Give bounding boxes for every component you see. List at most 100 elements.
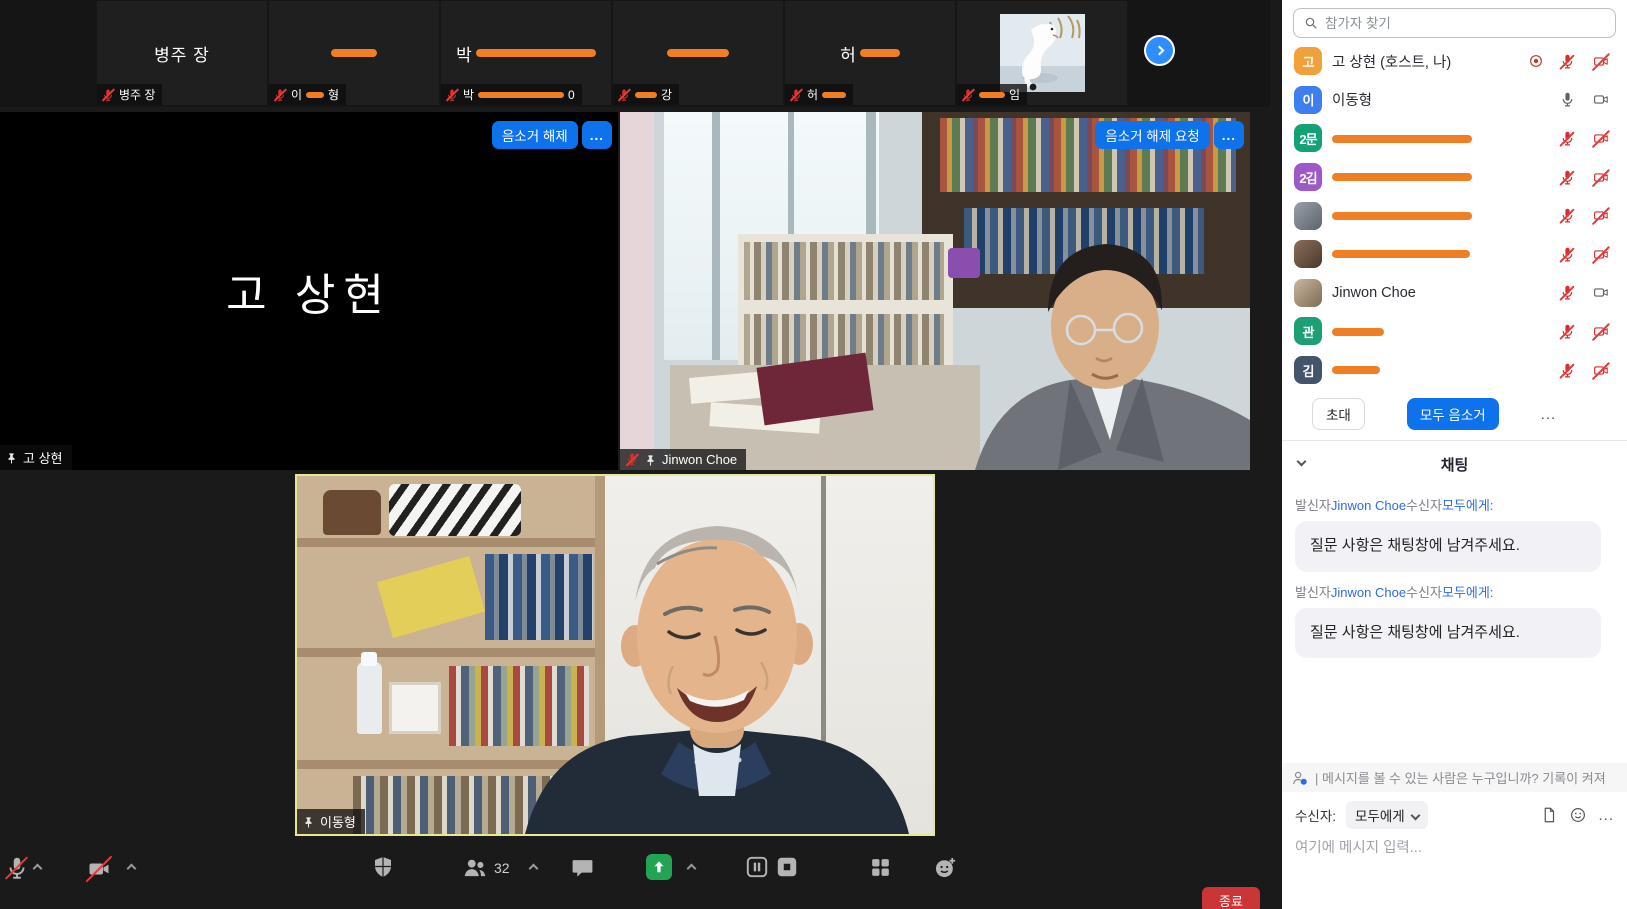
participant-row[interactable]: 2김 (1282, 158, 1627, 197)
muted-mic-icon (617, 88, 631, 102)
search-input[interactable] (1325, 16, 1606, 31)
participant-row[interactable]: 2문 (1282, 119, 1627, 158)
muted-camera-icon (1591, 169, 1611, 186)
redaction-blob (306, 92, 324, 98)
participant-row-host[interactable]: 고 고 상현 (호스트, 나) (1282, 42, 1627, 81)
unmute-button[interactable]: 음소거 해제 (492, 121, 578, 149)
gallery-strip: 병주 장 병주 장 이형 박 박0 강 (0, 0, 1270, 107)
share-screen-button[interactable] (646, 854, 672, 880)
participant-row[interactable] (1282, 235, 1627, 274)
participant-big-name: 고 상현 (226, 259, 392, 323)
mute-button[interactable] (4, 855, 30, 881)
participant-row[interactable]: 관 (1282, 312, 1627, 351)
chat-message-input[interactable] (1295, 840, 1614, 856)
participant-row[interactable] (1282, 196, 1627, 235)
gallery-thumbnail-1[interactable]: 병주 장 병주 장 (97, 1, 267, 105)
participants-chat-panel: 고 고 상현 (호스트, 나) 이 이동형 2문 (1282, 0, 1627, 909)
chat-message: 발신자Jinwon Choe수신자모두에게: 질문 사항은 채팅창에 남겨주세요… (1282, 495, 1627, 572)
pin-icon (5, 450, 18, 465)
participant-row[interactable]: 김 (1282, 351, 1627, 390)
invite-button[interactable]: 초대 (1312, 398, 1365, 430)
video-options-chevron[interactable] (128, 865, 135, 872)
redaction-blob (667, 49, 729, 57)
security-button[interactable] (371, 855, 395, 879)
zoom-meeting-window: 병주 장 병주 장 이형 박 박0 강 (0, 0, 1627, 909)
smiley-plus-icon (932, 854, 959, 881)
muted-mic-icon (1559, 53, 1576, 70)
apps-grid-icon (868, 855, 893, 880)
gallery-thumbnail-4[interactable]: 강 (613, 1, 783, 105)
mic-icon (1559, 91, 1576, 109)
attach-file-button[interactable] (1540, 806, 1558, 824)
muted-camera-icon (84, 857, 114, 881)
participants-chevron[interactable] (530, 865, 537, 872)
apps-button[interactable] (868, 855, 893, 880)
start-video-button[interactable] (84, 857, 114, 881)
office-scene (620, 112, 1250, 470)
collapse-chat-chevron[interactable] (1297, 457, 1307, 467)
request-unmute-button[interactable]: 음소거 해제 요청 (1095, 121, 1209, 149)
muted-camera-icon (1591, 323, 1611, 340)
more-options-button[interactable]: ... (582, 121, 612, 149)
muted-camera-icon (1591, 130, 1611, 147)
video-tile-go-sanghyun[interactable]: 고 상현 음소거 해제 ... 고 상현 (0, 112, 618, 470)
recipient-selector[interactable]: 모두에게 (1346, 801, 1428, 829)
message-meta: 발신자Jinwon Choe수신자모두에게: (1295, 495, 1614, 514)
chat-header: 채팅 (1282, 441, 1627, 485)
muted-camera-icon (1591, 362, 1611, 379)
participant-row-jinwon[interactable]: Jinwon Choe (1282, 274, 1627, 313)
share-screen-icon (646, 854, 672, 880)
message-bubble: 질문 사항은 채팅창에 남겨주세요. (1295, 608, 1601, 659)
redaction-blob (1332, 212, 1472, 220)
muted-mic-icon (1559, 323, 1576, 340)
chat-button[interactable] (570, 856, 595, 881)
muted-mic-icon (4, 855, 30, 881)
participant-name-tag: 병주 장 (97, 84, 162, 105)
person-info-icon (1291, 769, 1309, 787)
redaction-blob (476, 49, 596, 57)
home-office-scene (297, 476, 933, 834)
gallery-thumbnail-3[interactable]: 박 박0 (441, 1, 611, 105)
stop-recording-button[interactable] (774, 854, 800, 880)
chat-more-button[interactable]: ... (1598, 807, 1614, 824)
gallery-thumbnail-2[interactable]: 이형 (269, 1, 439, 105)
chevron-down-icon (1410, 810, 1420, 820)
avatar: 이 (1294, 86, 1322, 114)
more-options-button[interactable]: ... (1214, 121, 1244, 149)
participants-count: 32 (494, 860, 510, 876)
muted-mic-icon (1559, 130, 1576, 147)
stop-icon (774, 854, 800, 880)
more-options-button[interactable]: ... (1541, 406, 1557, 423)
video-name-tag: 고 상현 (0, 445, 72, 470)
pin-icon (302, 814, 315, 829)
reactions-button[interactable] (932, 854, 959, 881)
muted-mic-icon (1559, 246, 1576, 263)
emoji-button[interactable] (1569, 806, 1587, 824)
participant-row[interactable]: 이 이동형 (1282, 81, 1627, 120)
muted-mic-icon (1559, 362, 1576, 379)
share-options-chevron[interactable] (688, 865, 695, 872)
participants-icon (462, 855, 488, 881)
smiley-icon (1569, 806, 1587, 824)
participant-search[interactable] (1293, 8, 1616, 38)
redaction-blob (1332, 328, 1384, 336)
gallery-thumbnail-5[interactable]: 허 허 (785, 1, 955, 105)
chat-bubble-icon (570, 856, 595, 881)
participants-button[interactable]: 32 (462, 855, 510, 881)
next-page-button[interactable] (1146, 37, 1173, 64)
shield-icon (371, 855, 395, 879)
gallery-thumbnail-6[interactable]: 임 (957, 1, 1127, 105)
video-name-tag: 이동형 (297, 809, 365, 834)
chat-title: 채팅 (1441, 457, 1469, 474)
pause-recording-button[interactable] (744, 854, 770, 880)
video-tile-jinwon-choe[interactable]: 음소거 해제 요청 ... Jinwon Choe (620, 112, 1250, 470)
muted-mic-icon (1559, 207, 1576, 224)
muted-mic-icon (789, 88, 803, 102)
video-tile-lee-donghyung-pinned[interactable]: 이동형 (295, 474, 935, 836)
camera-icon (1591, 91, 1611, 109)
end-meeting-button[interactable]: 종료 (1202, 887, 1260, 909)
camera-icon (1591, 284, 1611, 302)
audio-options-chevron[interactable] (34, 865, 41, 872)
mute-all-button[interactable]: 모두 음소거 (1407, 398, 1499, 430)
muted-mic-icon (961, 88, 975, 102)
